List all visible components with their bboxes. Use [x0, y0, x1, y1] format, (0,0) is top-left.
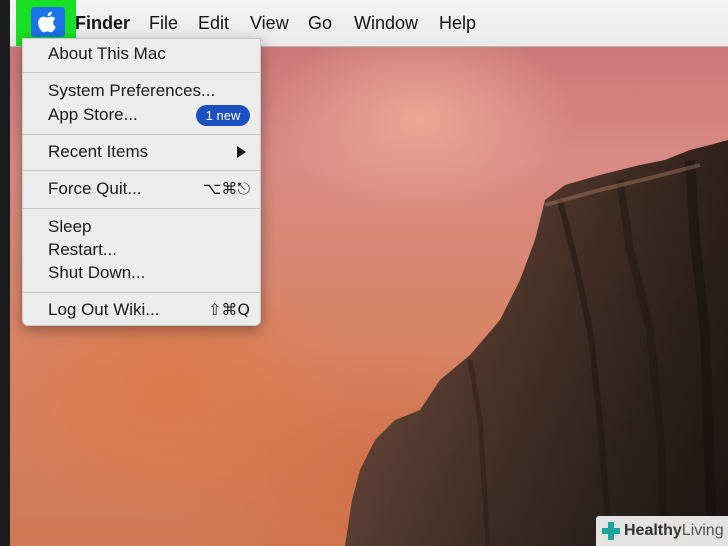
menu-item-system-preferences[interactable]: System Preferences...: [48, 81, 215, 101]
menu-help[interactable]: Help: [439, 12, 476, 34]
menu-separator: [23, 170, 260, 171]
menu-item-recent-items[interactable]: Recent Items: [48, 142, 148, 162]
menu-item-shut-down[interactable]: Shut Down...: [48, 263, 145, 283]
menu-window[interactable]: Window: [354, 12, 418, 34]
menu-item-force-quit[interactable]: Force Quit...: [48, 179, 142, 199]
app-store-update-badge: 1 new: [196, 105, 250, 126]
menu-separator: [23, 134, 260, 135]
menu-item-app-store[interactable]: App Store...: [48, 105, 138, 125]
menu-file[interactable]: File: [149, 12, 178, 34]
menu-view[interactable]: View: [250, 12, 289, 34]
plus-logo-icon: [602, 522, 620, 540]
force-quit-shortcut: ⌥⌘⎋: [202, 179, 250, 198]
apple-menu-button[interactable]: [31, 7, 65, 37]
watermark-text: HealthyLiving: [624, 522, 724, 539]
menu-separator: [23, 72, 260, 73]
menu-separator: [23, 292, 260, 293]
apple-icon: [38, 11, 56, 33]
menu-item-sleep[interactable]: Sleep: [48, 217, 91, 237]
menu-edit[interactable]: Edit: [198, 12, 229, 34]
menu-finder[interactable]: Finder: [75, 12, 130, 34]
menu-item-about-this-mac[interactable]: About This Mac: [48, 44, 166, 64]
menu-item-restart[interactable]: Restart...: [48, 240, 117, 260]
apple-menu-dropdown: About This Mac System Preferences... App…: [22, 38, 261, 326]
menu-item-log-out[interactable]: Log Out Wiki...: [48, 300, 159, 320]
log-out-shortcut: ⇧⌘Q: [208, 300, 250, 319]
menu-separator: [23, 208, 260, 209]
watermark: HealthyLiving: [596, 516, 728, 546]
submenu-arrow-icon: [237, 146, 246, 158]
menu-go[interactable]: Go: [308, 12, 332, 34]
